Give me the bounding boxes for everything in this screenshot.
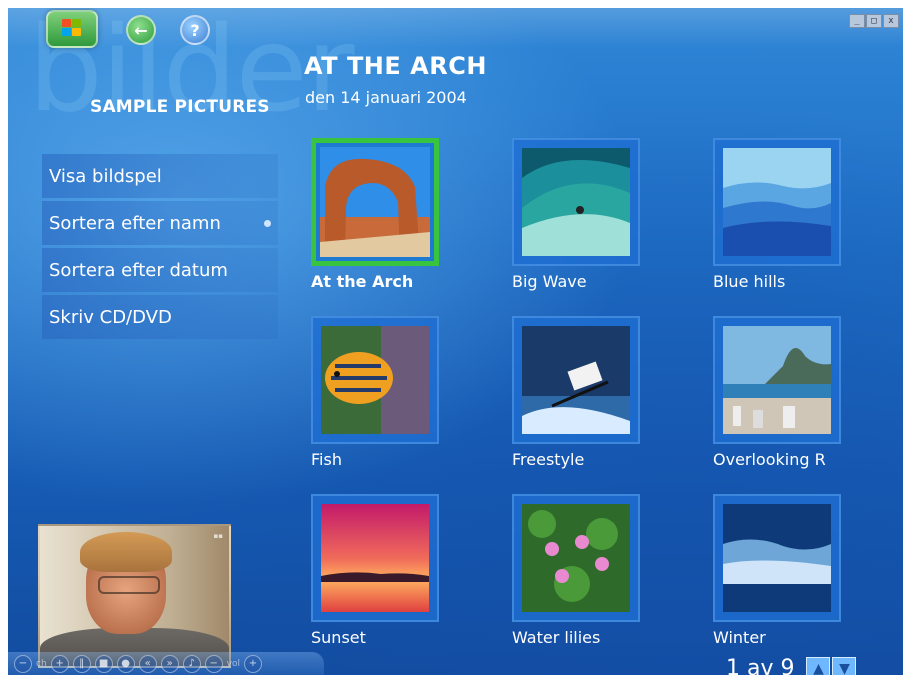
hills-photo-icon [723,148,831,256]
fast-forward-button[interactable]: » [160,654,179,673]
video-person-hair [80,532,172,572]
thumbnail-frame [713,494,841,622]
channel-down-button[interactable]: − [14,654,32,673]
stop-icon: ■ [98,657,109,669]
winter-photo-icon [723,504,831,612]
video-person-glasses [98,576,160,594]
window-controls: _ □ x [849,14,899,28]
help-icon: ? [190,20,200,40]
page-title: AT THE ARCH [304,52,487,80]
mute-button[interactable]: ♪ [182,654,201,673]
thumbnail-frame [713,138,841,266]
city-photo-icon [723,326,831,434]
back-arrow-icon: ← [134,20,148,40]
channel-up-button[interactable]: + [50,654,69,673]
fish-photo-icon [321,326,429,434]
maximize-button[interactable]: □ [866,14,882,28]
rewind-icon: « [144,657,151,669]
minimize-button[interactable]: _ [849,14,865,28]
back-button[interactable]: ← [126,15,156,45]
menu-item-label: Visa bildspel [49,165,162,187]
picture-caption: Freestyle [512,450,585,469]
media-center-window: bilder ← ? _ □ x SAMPLE PICTURES Visa bi… [8,8,903,675]
volume-down-button[interactable]: − [204,654,223,673]
side-menu: Visa bildspel Sortera efter namn Sortera… [42,154,278,342]
thumbnail-frame [512,316,640,444]
help-button[interactable]: ? [180,15,210,45]
record-button[interactable]: ● [116,654,135,673]
channel-label: ch [36,658,47,669]
windows-flag-icon [62,19,82,37]
picture-caption: Fish [311,450,342,469]
chevron-up-icon: ▲ [813,660,824,675]
pause-icon: ‖ [79,657,85,669]
sunset-photo-icon [321,504,429,612]
thumbnail-frame [311,316,439,444]
picture-caption: Winter [713,628,766,647]
menu-item-sort-by-name[interactable]: Sortera efter namn [42,201,278,245]
picture-caption: Big Wave [512,272,587,291]
stop-button[interactable]: ■ [94,654,113,673]
lilies-photo-icon [522,504,630,612]
thumbnail-frame [512,494,640,622]
section-title: SAMPLE PICTURES [90,97,270,117]
volume-up-button[interactable]: + [244,654,262,673]
page-indicator: 1 av 9 [726,656,795,675]
channel-logo-icon: ▪▪ [213,532,224,540]
selected-indicator-icon [264,219,271,227]
menu-item-slideshow[interactable]: Visa bildspel [42,154,278,198]
page-up-button[interactable]: ▲ [806,656,831,675]
wave-photo-icon [522,148,630,256]
close-button[interactable]: x [883,14,899,28]
picture-caption: Water lilies [512,628,601,647]
thumbnail-frame [512,138,640,266]
page-down-button[interactable]: ▼ [832,656,857,675]
picture-caption: Overlooking R [713,450,826,469]
menu-item-label: Skriv CD/DVD [49,306,172,328]
record-icon: ● [121,657,131,669]
chevron-down-icon: ▼ [839,660,850,675]
picture-caption: Sunset [311,628,366,647]
menu-item-burn-cd[interactable]: Skriv CD/DVD [42,295,278,339]
pause-button[interactable]: ‖ [72,654,91,673]
start-button[interactable] [46,10,98,48]
thumbnail-frame [713,316,841,444]
thumbnail-frame [311,494,439,622]
picture-caption: Blue hills [713,272,786,291]
pager: 1 av 9 ▲ ▼ [726,656,857,675]
arch-photo-icon [320,147,430,257]
menu-item-label: Sortera efter datum [49,259,228,281]
thumbnail-frame [311,138,439,266]
picture-caption: At the Arch [311,272,414,291]
fast-forward-icon: » [166,657,173,669]
volume-label: vol [226,658,240,669]
rewind-button[interactable]: « [138,654,157,673]
live-tv-preview[interactable]: ▪▪ [38,524,231,668]
transport-controls: − ch + ‖ ■ ● « » ♪ − vol + [8,652,324,675]
skier-photo-icon [522,326,630,434]
menu-item-sort-by-date[interactable]: Sortera efter datum [42,248,278,292]
page-subtitle: den 14 januari 2004 [305,88,467,107]
speaker-icon: ♪ [188,657,195,669]
menu-item-label: Sortera efter namn [49,212,221,234]
